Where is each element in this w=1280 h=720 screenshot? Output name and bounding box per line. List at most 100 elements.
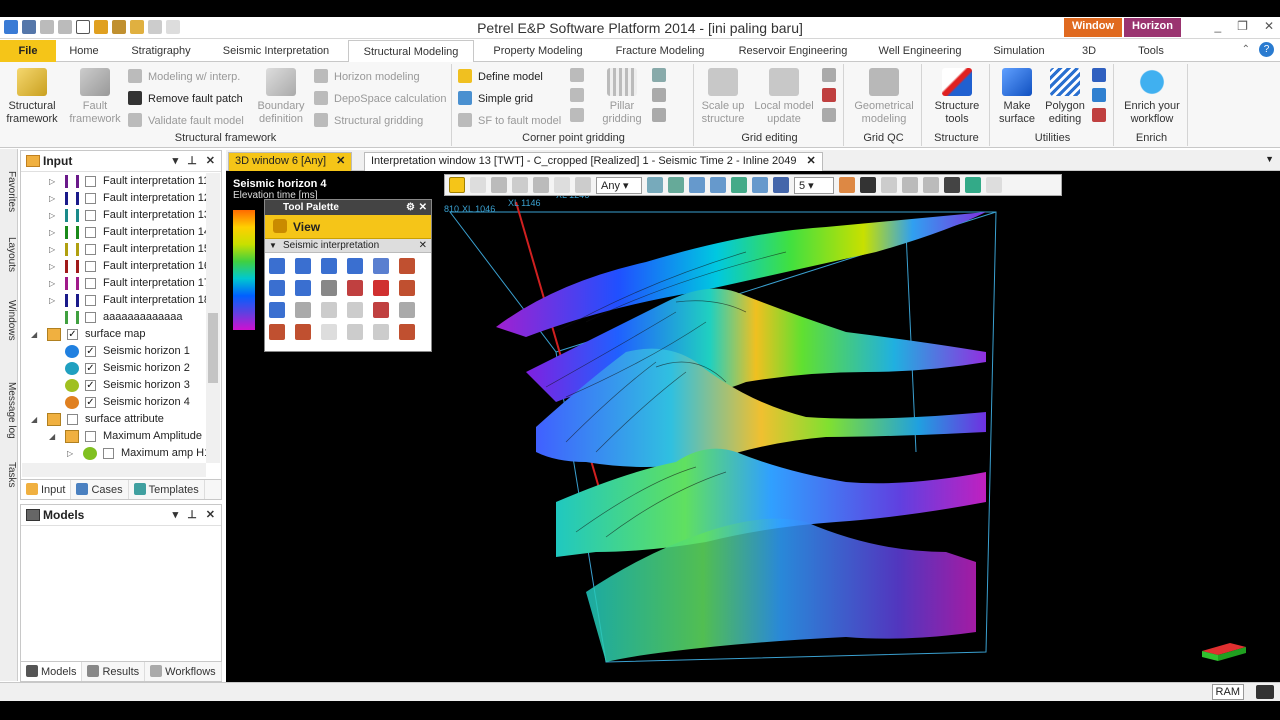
panel-tab-results[interactable]: Results <box>82 662 146 681</box>
fault-framework-button[interactable]: Fault framework <box>64 68 126 126</box>
pick-icon[interactable] <box>491 177 507 193</box>
visibility-checkbox[interactable]: ✓ <box>67 329 78 340</box>
tree-row[interactable]: ◢ ✓ surface map <box>21 326 207 343</box>
pillar-gridding-button[interactable]: Pillar gridding <box>594 68 650 126</box>
palette-settings-icon[interactable]: ⚙ <box>406 200 415 215</box>
connect-icon[interactable] <box>373 302 389 318</box>
visibility-checkbox[interactable] <box>85 278 96 289</box>
seismic-interpretation-section[interactable]: ▼ Seismic interpretation ✕ <box>265 239 431 253</box>
sf-to-fault-model-button[interactable]: SF to fault model <box>458 112 561 130</box>
doc-tab-close-icon[interactable]: ✕ <box>807 155 816 167</box>
3d-viewer[interactable]: 810 XL 1046 XL 1146 XL 1246 Seismic hori… <box>226 172 1280 682</box>
move-points-icon[interactable] <box>295 280 311 296</box>
panel-tab-templates[interactable]: Templates <box>129 480 205 499</box>
panel-tab-models[interactable]: Models <box>21 662 83 681</box>
boundary-definition-button[interactable]: Boundary definition <box>252 68 310 126</box>
expand-arrow-icon[interactable]: ▷ <box>49 224 55 241</box>
pin-toolbar-icon[interactable] <box>986 177 1002 193</box>
util-1-icon[interactable] <box>1092 68 1106 82</box>
center-icon[interactable] <box>731 177 747 193</box>
section-close-icon[interactable]: ✕ <box>419 239 427 253</box>
collapse-ribbon-icon[interactable]: ⌃ <box>1242 44 1250 55</box>
visibility-checkbox[interactable] <box>85 227 96 238</box>
box-view-icon[interactable] <box>710 177 726 193</box>
cpg-side-2-icon[interactable] <box>652 88 666 102</box>
visibility-checkbox[interactable]: ✓ <box>85 380 96 391</box>
tree-row[interactable]: ◢ Maximum Amplitude <box>21 428 207 445</box>
tree-row[interactable]: ▷ Fault interpretation 16 <box>21 258 207 275</box>
panel-tab-cases[interactable]: Cases <box>71 480 129 499</box>
fault-tool-icon[interactable] <box>399 258 415 274</box>
view-direction-icon[interactable] <box>689 177 705 193</box>
tab-home[interactable]: Home <box>62 40 106 62</box>
polygon-editing-button[interactable]: Polygon editing <box>1042 68 1088 126</box>
side-tab-layouts[interactable]: Layouts <box>1 235 17 275</box>
visibility-checkbox[interactable] <box>85 176 96 187</box>
tab-tools[interactable]: Tools <box>1126 40 1176 62</box>
link-tool-icon[interactable] <box>347 324 363 340</box>
graph-icon[interactable] <box>902 177 918 193</box>
visibility-checkbox[interactable] <box>85 431 96 442</box>
remove-fault-patch-button[interactable]: Remove fault patch <box>128 90 243 108</box>
panel-close-icon[interactable]: ✕ <box>206 151 215 172</box>
undo-tool-icon[interactable] <box>321 302 337 318</box>
tab-stratigraphy[interactable]: Stratigraphy <box>120 40 202 62</box>
network-tool-icon[interactable] <box>399 324 415 340</box>
list-icon[interactable] <box>923 177 939 193</box>
paintbrush-icon[interactable] <box>373 258 389 274</box>
delete-select-icon[interactable] <box>347 280 363 296</box>
help-icon[interactable]: ? <box>1259 42 1274 57</box>
expand-arrow-icon[interactable]: ▷ <box>49 275 55 292</box>
close-icon[interactable]: ✕ <box>1264 19 1274 33</box>
util-2-icon[interactable] <box>1092 88 1106 102</box>
globe-icon[interactable] <box>773 177 789 193</box>
visibility-checkbox[interactable] <box>85 295 96 306</box>
tab-file[interactable]: File <box>0 40 56 62</box>
panel-tab-workflows[interactable]: Workflows <box>145 662 222 681</box>
visibility-checkbox[interactable] <box>85 312 96 323</box>
scrollbar-thumb[interactable] <box>208 313 218 383</box>
tab-property-modeling[interactable]: Property Modeling <box>484 40 592 62</box>
camera-icon[interactable] <box>944 177 960 193</box>
visibility-checkbox[interactable] <box>85 193 96 204</box>
seeded-track-icon[interactable] <box>321 258 337 274</box>
structural-gridding-button[interactable]: Structural gridding <box>314 112 423 130</box>
cpg-side-3-icon[interactable] <box>652 108 666 122</box>
side-tab-message-log[interactable]: Message log <box>1 379 17 441</box>
doc-tab-interpretation-window[interactable]: Interpretation window 13 [TWT] - C_cropp… <box>364 152 823 171</box>
collapse-arrow-icon[interactable]: ◢ <box>49 428 55 445</box>
tree-row[interactable]: ✓ Seismic horizon 3 <box>21 377 207 394</box>
simple-grid-button[interactable]: Simple grid <box>458 90 533 108</box>
snap-icon[interactable] <box>295 302 311 318</box>
polygon-tool-icon[interactable] <box>269 280 285 296</box>
visibility-checkbox[interactable] <box>67 414 78 425</box>
expand-arrow-icon[interactable]: ▷ <box>49 173 55 190</box>
context-tab-horizon[interactable]: Horizon <box>1124 18 1181 37</box>
erase-tool-icon[interactable] <box>269 324 285 340</box>
cpg-tool-1-icon[interactable] <box>570 68 584 82</box>
visibility-checkbox[interactable] <box>85 210 96 221</box>
util-3-icon[interactable] <box>1092 108 1106 122</box>
tab-seismic-interpretation[interactable]: Seismic Interpretation <box>214 40 338 62</box>
tree-row[interactable]: ▷ Fault interpretation 17 <box>21 275 207 292</box>
doc-tab-close-icon[interactable]: ✕ <box>336 155 345 167</box>
tree-row[interactable]: ▷ Fault interpretation 15 <box>21 241 207 258</box>
context-tab-window[interactable]: Window <box>1064 18 1123 37</box>
visibility-checkbox[interactable]: ✓ <box>85 346 96 357</box>
view-mode-icon[interactable] <box>449 177 465 193</box>
split-icon[interactable] <box>399 280 415 296</box>
horizon-modeling-button[interactable]: Horizon modeling <box>314 68 420 86</box>
blank-tool-icon[interactable] <box>321 324 337 340</box>
vertical-exaggeration-select[interactable]: 5 ▾ <box>794 176 834 194</box>
depospace-calculation-button[interactable]: DepoSpace calculation <box>314 90 447 108</box>
minimize-icon[interactable]: _ <box>1214 19 1221 33</box>
side-tab-windows[interactable]: Windows <box>1 297 17 343</box>
tree-row[interactable]: ▷ Fault interpretation 13 <box>21 207 207 224</box>
frame-icon[interactable] <box>752 177 768 193</box>
collapse-arrow-icon[interactable]: ◢ <box>31 411 37 428</box>
make-surface-button[interactable]: Make surface <box>994 68 1040 126</box>
tab-well-engineering[interactable]: Well Engineering <box>868 40 972 62</box>
doc-tabs-menu-icon[interactable]: ▼ <box>1265 154 1274 164</box>
rr-icon[interactable] <box>554 177 570 193</box>
pin-icon[interactable]: ⊥ <box>187 151 197 172</box>
